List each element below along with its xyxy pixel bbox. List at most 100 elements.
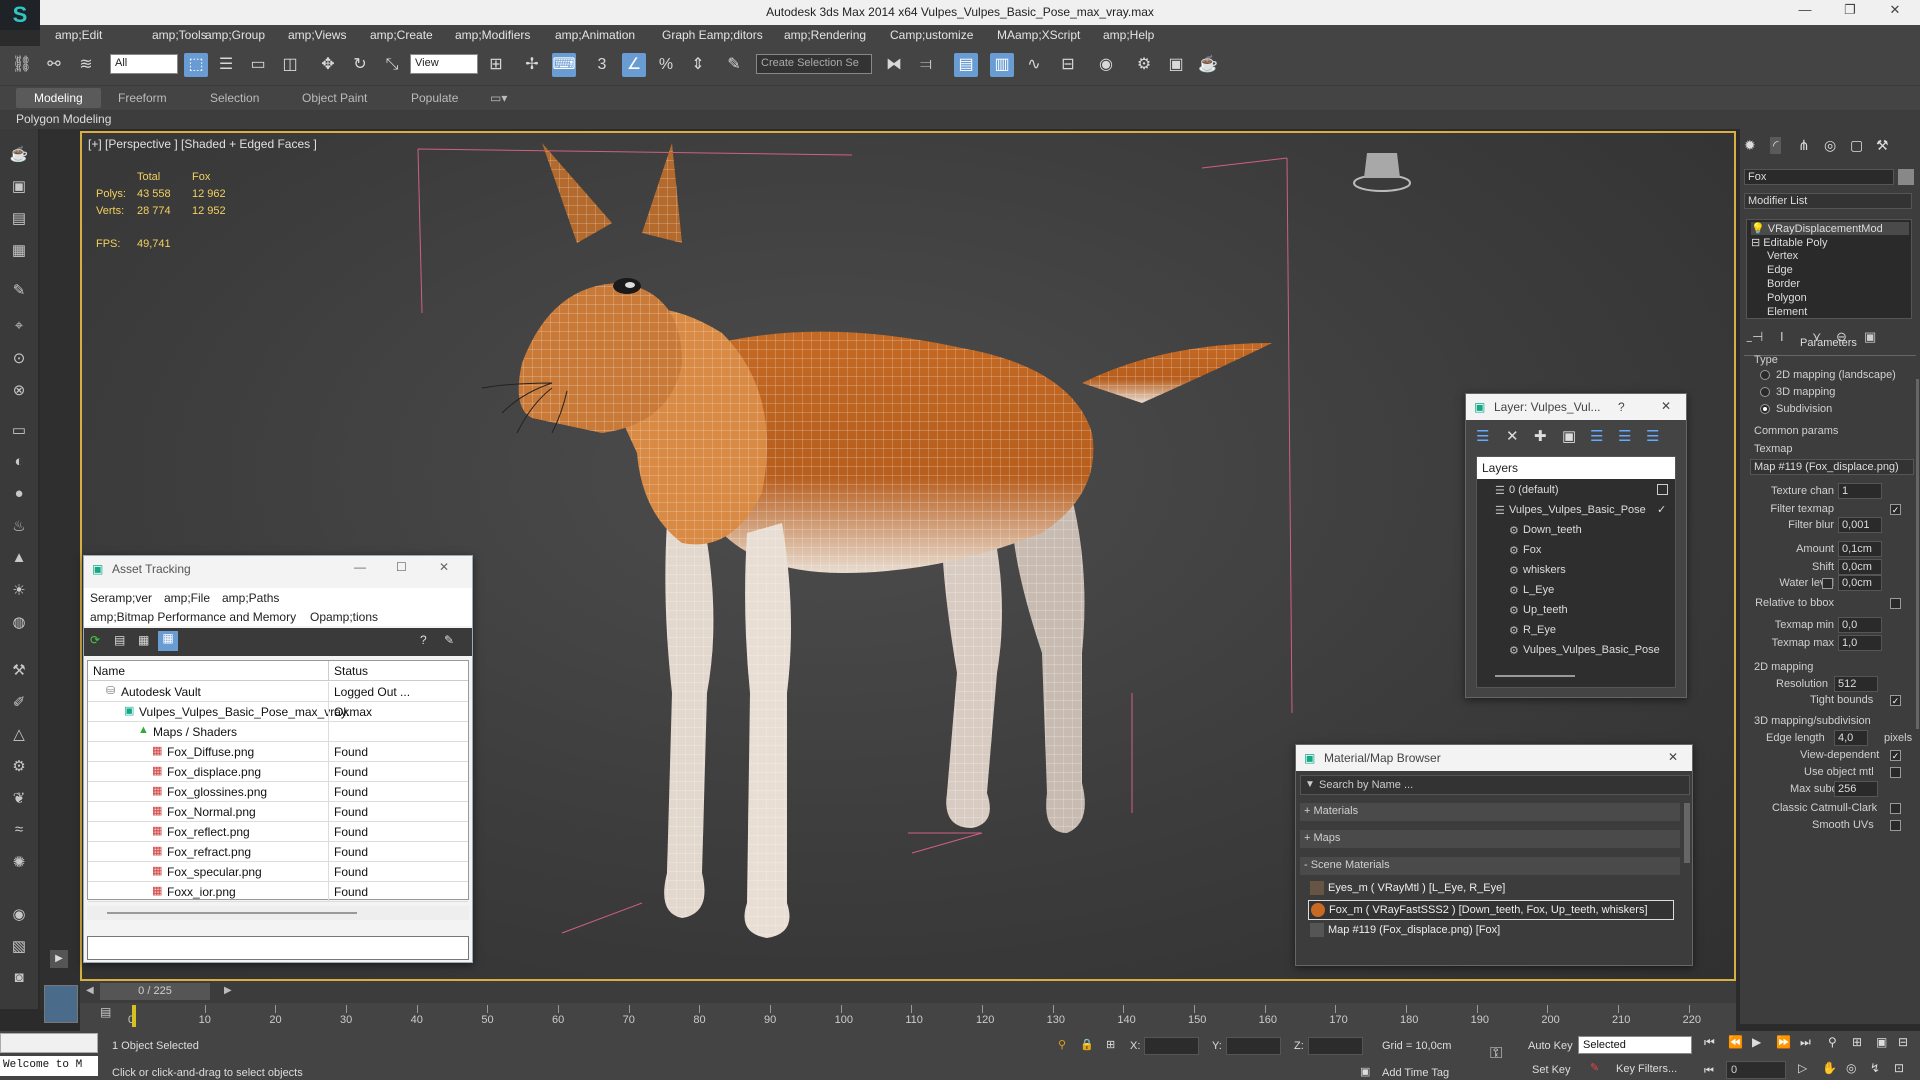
asset-path-field[interactable] — [87, 936, 469, 960]
light-icon[interactable]: ✎ — [7, 281, 31, 303]
table-row[interactable]: ▦ Fox_refract.png Found — [88, 842, 468, 862]
table-row[interactable]: ▲ Maps / Shaders — [88, 722, 468, 742]
catmull-clark-checkbox[interactable] — [1890, 803, 1901, 814]
grid-view-icon[interactable]: ▦ — [158, 631, 178, 651]
menu-modifiers[interactable]: amp;Modifiers — [455, 28, 530, 42]
layer-new-icon[interactable]: ☰ — [1476, 427, 1489, 445]
hair-icon[interactable]: ≈ — [7, 821, 31, 843]
asset-close-button[interactable]: ✕ — [439, 560, 449, 574]
param-field[interactable]: 0,1cm — [1838, 541, 1882, 557]
current-frame-field[interactable]: 0 — [1726, 1061, 1786, 1079]
scene-materials-group[interactable]: - Scene Materials — [1300, 857, 1680, 875]
grid-icon[interactable]: ▦ — [7, 241, 31, 263]
key-filter-icon[interactable]: ✎ — [1590, 1061, 1599, 1074]
command-panel-scrollbar[interactable] — [1916, 379, 1919, 729]
sphere-icon[interactable]: ◐ — [7, 453, 31, 475]
col-status-header[interactable]: Status — [334, 664, 368, 678]
maps-group-label[interactable]: + Maps — [1304, 832, 1340, 844]
material-item-fox[interactable]: Fox_m ( VRayFastSSS2 ) [Down_teeth, Fox,… — [1308, 900, 1674, 920]
go-to-end-icon[interactable]: ⏭ — [1800, 1035, 1811, 1050]
layer-item-label[interactable]: whiskers — [1523, 564, 1566, 576]
show-end-result-icon[interactable]: Ι — [1780, 329, 1784, 344]
param-checkbox[interactable] — [1890, 598, 1901, 609]
rotate-icon[interactable]: ↻ — [348, 53, 372, 77]
layer-highlight-icon[interactable]: ☰ — [1590, 427, 1603, 445]
parameters-rollout[interactable]: − — [1746, 336, 1752, 348]
subobject-level-item[interactable]: Border — [1767, 278, 1800, 290]
layer-help-button[interactable]: ? — [1618, 400, 1625, 414]
subobject-level-item[interactable]: Element — [1767, 306, 1807, 318]
layer-close-button[interactable]: ✕ — [1661, 399, 1671, 413]
lock-selection-icon[interactable]: 🔒 — [1080, 1038, 1094, 1051]
named-selection-dropdown[interactable]: Create Selection Se — [756, 54, 872, 74]
layer-item-label[interactable]: Down_teeth — [1523, 524, 1582, 536]
tab-selection[interactable]: Selection — [210, 91, 259, 105]
sun-icon[interactable]: ☀ — [7, 581, 31, 603]
motion-tab-icon[interactable]: ◎ — [1824, 137, 1836, 154]
radio-subdivision[interactable] — [1760, 404, 1770, 414]
layer-item[interactable]: ⚙ L_Eye — [1477, 581, 1675, 601]
layer-item[interactable]: ⚙ Vulpes_Vulpes_Basic_Pose — [1477, 641, 1675, 661]
radio-3d-mapping[interactable] — [1760, 387, 1770, 397]
bind-spacewarp-icon[interactable]: ≋ — [74, 53, 98, 77]
window-crossing-icon[interactable]: ◫ — [278, 53, 302, 77]
subobject-level-item[interactable]: Polygon — [1767, 292, 1807, 304]
material-item-map119[interactable]: Map #119 (Fox_displace.png) [Fox] — [1308, 921, 1674, 941]
table-row[interactable]: ▦ Fox_glossines.png Found — [88, 782, 468, 802]
material-vscrollbar[interactable] — [1684, 803, 1690, 863]
layer-hscrollbar[interactable] — [1495, 675, 1575, 677]
menu-tools[interactable]: amp;Tools — [152, 28, 207, 42]
resolution-field[interactable]: 512 — [1834, 676, 1878, 692]
system-icon[interactable]: ⊗ — [7, 381, 31, 403]
table-row[interactable]: ▦ Fox_specular.png Found — [88, 862, 468, 882]
mini-listener-toggle[interactable] — [44, 985, 78, 1023]
menu-edit[interactable]: amp;Edit — [55, 28, 102, 42]
texmap-button[interactable]: Map #119 (Fox_displace.png) — [1750, 459, 1914, 475]
subobject-level-item[interactable]: Vertex — [1767, 250, 1798, 262]
layer-visibility-box[interactable] — [1657, 484, 1668, 495]
help-context-icon[interactable]: ✎ — [444, 633, 454, 647]
maxscript-listener-pink[interactable] — [0, 1033, 98, 1053]
param-checkbox[interactable]: ✓ — [1890, 504, 1901, 515]
param-field[interactable]: 1 — [1838, 483, 1882, 499]
modifier-on-icon[interactable]: 💡 — [1751, 223, 1768, 235]
materials-group[interactable]: + Materials — [1300, 803, 1680, 821]
layer-hide-icon[interactable]: ☰ — [1618, 427, 1631, 445]
track-bar[interactable]: ▤ 01020304050607080901001101201301401501… — [80, 1003, 1736, 1031]
param-field[interactable]: 0,0cm — [1838, 575, 1882, 591]
select-manipulate-icon[interactable]: ✢ — [520, 53, 544, 77]
time-slider[interactable]: ◀ 0 / 225 ▶ — [80, 981, 1736, 1003]
link-icon[interactable]: ⛓ — [10, 53, 34, 77]
table-row[interactable]: ▦ Fox_Normal.png Found — [88, 802, 468, 822]
material-eyes-label[interactable]: Eyes_m ( VRayMtl ) [L_Eye, R_Eye] — [1328, 882, 1505, 894]
current-layer-check-icon[interactable]: ✓ — [1657, 503, 1666, 516]
spacewarp-icon[interactable]: ⊙ — [7, 349, 31, 371]
triangle-icon[interactable]: △ — [7, 725, 31, 747]
layer-manager-icon[interactable]: ▤ — [954, 53, 978, 77]
utilities-tab-icon[interactable]: ⚒ — [1876, 137, 1889, 154]
key-icon[interactable]: ⚿ — [1490, 1045, 1502, 1063]
menu-graph-editors[interactable]: Graph Eamp;ditors — [662, 28, 763, 42]
ribbon-options-icon[interactable]: ▭▾ — [490, 91, 507, 105]
table-row[interactable]: ▦ Fox_displace.png Found — [88, 762, 468, 782]
pivot-icon[interactable]: ⊞ — [484, 53, 508, 77]
create-tab-icon[interactable]: ✹ — [1744, 137, 1756, 154]
rendered-frame-icon[interactable]: ▣ — [1164, 53, 1188, 77]
align-icon[interactable]: ⫤ — [914, 53, 938, 77]
table-view-icon[interactable]: ▦ — [138, 633, 149, 647]
layer-freeze-icon[interactable]: ☰ — [1646, 427, 1659, 445]
layer-item-label[interactable]: Vulpes_Vulpes_Basic_Pose — [1523, 644, 1660, 656]
expand-arrow-icon[interactable]: ▶ — [50, 950, 68, 968]
param-field[interactable]: 0,0cm — [1838, 559, 1882, 575]
time-prev-icon[interactable]: ◀ — [86, 985, 94, 996]
layer-select-icon[interactable]: ▣ — [1562, 427, 1576, 445]
next-frame-icon[interactable]: ⏩ — [1776, 1035, 1791, 1049]
table-row[interactable]: ▦ Foxx_ior.png Found — [88, 882, 468, 902]
asset-minimize-button[interactable]: — — [354, 560, 366, 574]
material-map119-label[interactable]: Map #119 (Fox_displace.png) [Fox] — [1328, 924, 1500, 936]
go-to-start-icon[interactable]: ⏮ — [1704, 1035, 1715, 1050]
key-filters-button[interactable]: Key Filters... — [1616, 1063, 1677, 1075]
asset-menu-bitmap[interactable]: amp;Bitmap Performance and Memory — [90, 610, 296, 624]
menu-rendering[interactable]: amp;Rendering — [784, 28, 866, 42]
leaf-icon[interactable]: ❦ — [7, 789, 31, 811]
